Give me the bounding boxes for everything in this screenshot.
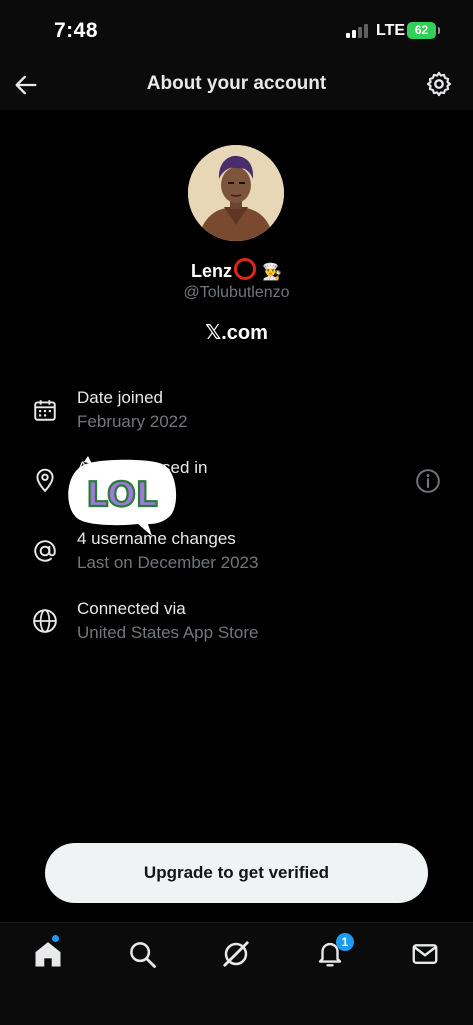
location-pin-icon <box>36 468 54 493</box>
upgrade-button[interactable]: Upgrade to get verified <box>45 843 428 903</box>
globe-icon <box>33 609 57 633</box>
signal-icon <box>346 24 370 38</box>
row-subtitle-username-changes: Last on December 2023 <box>77 553 259 572</box>
site-label: 𝕏.com <box>205 322 268 344</box>
chef-emoji: 👨‍🍳 <box>262 264 282 281</box>
battery-icon: 62 <box>407 22 440 39</box>
avatar[interactable] <box>188 145 284 241</box>
search-icon[interactable] <box>127 939 157 969</box>
status-bar: 7:48 LTE 62 <box>0 0 473 60</box>
notifications-badge: 1 <box>336 933 354 951</box>
row-subtitle-date-joined: February 2022 <box>77 412 188 431</box>
row-title-connected-via: Connected via <box>77 599 186 618</box>
display-name: Lenz 👨‍🍳 <box>0 258 473 282</box>
display-name-text: Lenz <box>191 261 233 281</box>
red-circle-icon <box>234 258 257 280</box>
page-title: About your account <box>146 73 327 94</box>
row-subtitle-connected-via: United States App Store <box>77 623 259 642</box>
username-handle: @Tolubutlenzo <box>183 284 290 301</box>
bottom-tab-bar: 1 <box>0 922 473 1025</box>
home-unread-dot <box>52 935 59 942</box>
battery-level: 62 <box>414 23 429 37</box>
status-time: 7:48 <box>54 19 99 42</box>
sticker-text: LOL <box>86 475 157 515</box>
row-title-date-joined: Date joined <box>77 388 164 407</box>
info-icon[interactable] <box>415 468 441 494</box>
calendar-icon <box>34 400 56 421</box>
gear-icon[interactable] <box>425 70 453 98</box>
lol-sticker: LOL <box>68 456 177 536</box>
network-type: LTE <box>376 22 406 39</box>
at-sign-icon <box>34 540 56 562</box>
nav-header: About your account <box>0 60 473 110</box>
grok-icon[interactable] <box>221 939 251 969</box>
mail-icon[interactable] <box>410 939 440 969</box>
home-icon[interactable] <box>33 939 63 969</box>
